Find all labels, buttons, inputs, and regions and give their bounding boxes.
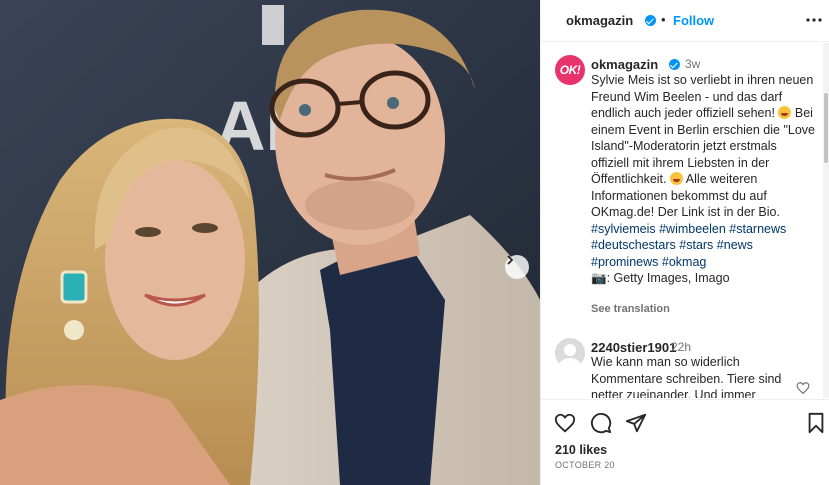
verified-badge-icon	[645, 15, 656, 26]
hashtag-link[interactable]: #stars	[679, 238, 713, 252]
commenter-avatar[interactable]	[555, 338, 585, 368]
hashtag-link[interactable]: #news	[717, 238, 753, 252]
follow-button[interactable]: Follow	[673, 13, 714, 28]
post-date[interactable]: OCTOBER 20	[555, 460, 615, 470]
caption-username[interactable]: okmagazin	[591, 57, 658, 72]
comment-like-heart-icon[interactable]	[796, 381, 810, 395]
caption-time[interactable]: 3w	[685, 57, 700, 71]
post-photo: AI	[0, 0, 540, 485]
save-bookmark-icon[interactable]	[805, 412, 827, 434]
hashtag-link[interactable]: #starnews	[729, 222, 786, 236]
see-translation-link[interactable]: See translation	[591, 303, 670, 315]
share-icon[interactable]	[625, 412, 647, 434]
hashtag-list: #sylviemeis #wimbeelen #starnews #deutsc…	[591, 221, 816, 271]
comment-icon[interactable]	[590, 412, 612, 434]
hashtag-link[interactable]: #sylviemeis	[591, 222, 656, 236]
hashtag-link[interactable]: #deutschestars	[591, 238, 676, 252]
hashtag-link[interactable]: #wimbeelen	[659, 222, 726, 236]
hashtag-link[interactable]: #prominews	[591, 255, 658, 269]
likes-count[interactable]: 210 likes	[555, 443, 607, 457]
hugging-face-emoji-icon	[670, 172, 683, 185]
post-header: okmagazin • Follow	[541, 0, 829, 42]
more-options-icon	[806, 18, 822, 22]
photo-credit: 📷: Getty Images, Imago	[591, 271, 730, 285]
scrollbar[interactable]	[823, 43, 829, 398]
post-photo-image: AI	[0, 0, 540, 485]
verified-badge-icon	[669, 59, 680, 70]
comment-text: Wie kann man so widerlich Kommentare sch…	[591, 355, 782, 398]
comments-scroll-area[interactable]: OK! okmagazin 3w Sylvie Meis ist so verl…	[541, 43, 829, 398]
post-actions: 210 likes OCTOBER 20	[541, 399, 829, 485]
scrollbar-thumb[interactable]	[824, 93, 828, 163]
header-username[interactable]: okmagazin	[566, 13, 633, 28]
post-caption: Sylvie Meis ist so verliebt in ihren neu…	[591, 72, 816, 287]
post-side-panel: okmagazin • Follow OK! okmagazin 3w Sylv…	[540, 0, 829, 485]
heart-eyes-emoji-icon	[778, 106, 792, 119]
comment-time[interactable]: 22h	[671, 340, 691, 354]
chevron-right-icon	[507, 255, 514, 265]
header-separator: •	[661, 12, 666, 27]
next-photo-button[interactable]	[505, 255, 529, 279]
okmagazin-avatar[interactable]: OK!	[555, 55, 585, 85]
more-options-button[interactable]	[804, 8, 824, 32]
hashtag-link[interactable]: #okmag	[662, 255, 706, 269]
comment-username[interactable]: 2240stier1901	[591, 340, 676, 355]
like-heart-icon[interactable]	[554, 412, 576, 434]
